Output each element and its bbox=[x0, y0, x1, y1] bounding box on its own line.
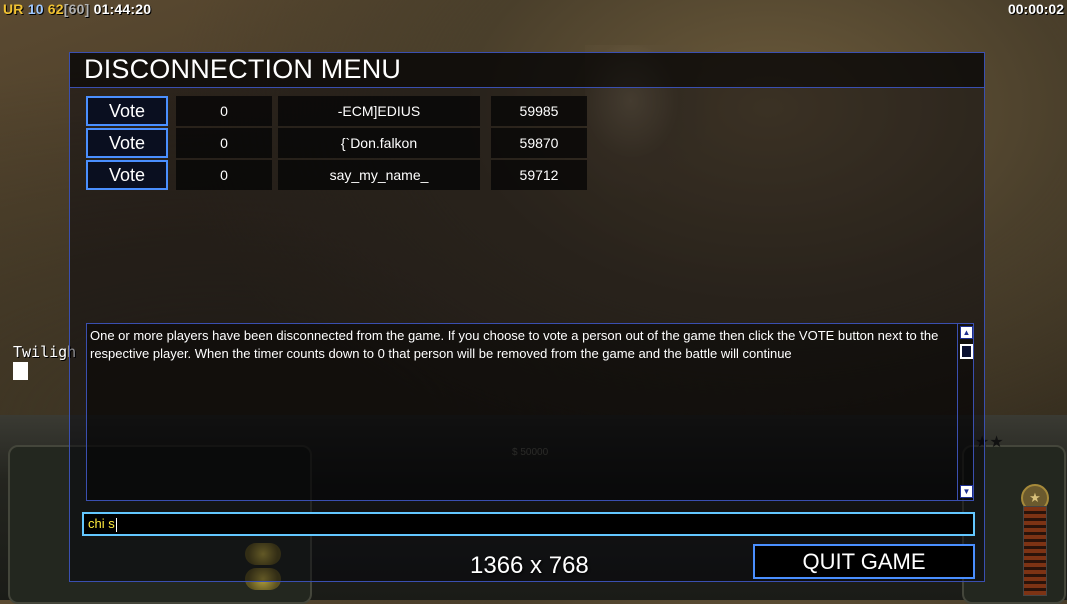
message-text: One or more players have been disconnect… bbox=[90, 328, 939, 361]
player-name-tag: Twiligh bbox=[13, 343, 77, 361]
player-ping: 59870 bbox=[491, 128, 587, 158]
chat-cursor-block bbox=[13, 362, 28, 380]
chat-input-text: chi s bbox=[88, 516, 115, 531]
dialog-title: DISCONNECTION MENU bbox=[84, 54, 402, 84]
hud-clock: 01:44:20 bbox=[93, 1, 152, 17]
disconnection-dialog: DISCONNECTION MENU Vote 0 -ECM]EDIUS 599… bbox=[69, 52, 985, 582]
hud-stats: UR 10 62[60] 01:44:20 bbox=[3, 1, 151, 17]
vote-count: 0 bbox=[176, 96, 272, 126]
quit-game-button[interactable]: QUIT GAME bbox=[753, 544, 975, 579]
hud-fps-cap: [60] bbox=[63, 1, 90, 17]
dialog-header: DISCONNECTION MENU bbox=[70, 53, 984, 88]
vote-count: 0 bbox=[176, 160, 272, 190]
scroll-down-icon[interactable]: ▼ bbox=[960, 485, 973, 498]
hud-ur-label: UR bbox=[3, 1, 24, 17]
vote-button[interactable]: Vote bbox=[86, 160, 168, 190]
text-caret bbox=[115, 517, 117, 532]
vote-count: 0 bbox=[176, 128, 272, 158]
chat-input[interactable]: chi s bbox=[82, 512, 975, 536]
player-name: say_my_name_ bbox=[278, 160, 480, 190]
hud-ur-value: 10 bbox=[27, 1, 44, 17]
power-bar bbox=[1023, 506, 1047, 596]
scroll-thumb[interactable] bbox=[960, 344, 973, 359]
player-ping: 59985 bbox=[491, 96, 587, 126]
message-box: One or more players have been disconnect… bbox=[86, 323, 974, 501]
resolution-overlay: 1366 x 768 bbox=[470, 552, 589, 579]
scroll-up-icon[interactable]: ▲ bbox=[960, 326, 973, 339]
message-scrollbar[interactable]: ▲ ▼ bbox=[957, 324, 976, 500]
player-name: {`Don.falkon bbox=[278, 128, 480, 158]
player-ping: 59712 bbox=[491, 160, 587, 190]
vote-button[interactable]: Vote bbox=[86, 96, 168, 126]
player-name: -ECM]EDIUS bbox=[278, 96, 480, 126]
game-timer: 00:00:02 bbox=[1007, 1, 1064, 17]
vote-button[interactable]: Vote bbox=[86, 128, 168, 158]
hud-fps: 62 bbox=[47, 1, 64, 17]
